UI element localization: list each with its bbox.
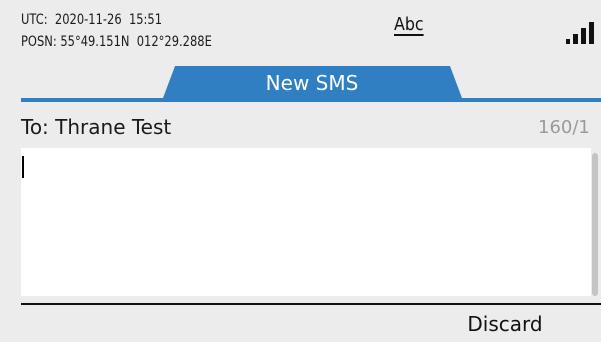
text-cursor [22, 156, 24, 178]
signal-bar [566, 39, 570, 44]
message-text-area[interactable] [21, 148, 591, 296]
page-title: New SMS [265, 71, 359, 95]
discard-button[interactable]: Discard [455, 309, 555, 339]
signal-strength-icon [566, 22, 601, 44]
character-counter: 160/1 [538, 117, 590, 138]
scrollbar[interactable] [591, 148, 601, 296]
softkey-divider [21, 303, 601, 305]
input-mode-indicator: Abc [394, 14, 424, 35]
signal-bar [589, 22, 594, 44]
recipient-field[interactable]: To: Thrane Test [21, 115, 171, 139]
scrollbar-thumb[interactable] [592, 153, 598, 296]
header-accent-line [21, 98, 601, 102]
utc-timestamp: UTC: 2020-11-26 15:51 [21, 12, 163, 28]
signal-bar [581, 28, 586, 44]
signal-bar [573, 34, 578, 44]
position-readout: POSN: 55°49.151N 012°29.288E [21, 34, 212, 50]
